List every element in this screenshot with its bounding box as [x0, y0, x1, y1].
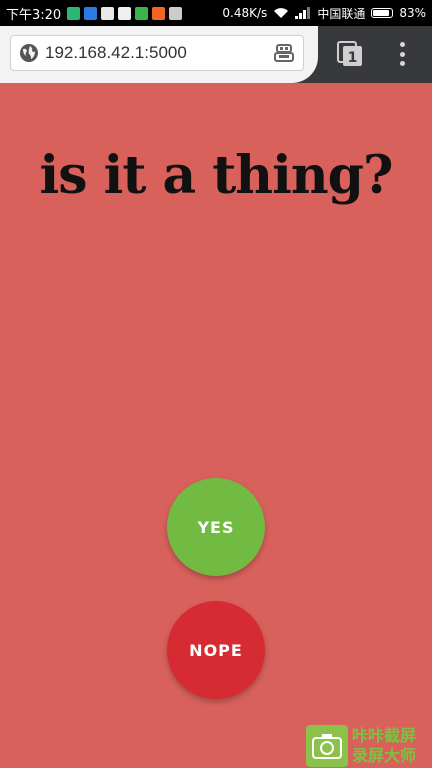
wifi-icon — [274, 8, 289, 18]
network-speed: 0.48K/s — [222, 6, 268, 20]
tab-count: 1 — [348, 50, 358, 66]
browser-toolbar: 192.168.42.1:5000 1 — [0, 26, 432, 83]
menu-dot — [399, 61, 405, 66]
status-right: 0.48K/s 中国联通 83% — [222, 5, 426, 22]
yes-button[interactable]: YES — [167, 478, 265, 576]
overflow-menu-button[interactable] — [394, 40, 410, 68]
robot-icon[interactable] — [273, 42, 295, 64]
menu-dot — [399, 42, 405, 47]
carrier-name: 中国联通 — [317, 6, 366, 21]
notification-icons — [67, 6, 183, 20]
battery-icon — [371, 8, 394, 18]
app-icon-blue — [84, 6, 98, 20]
url-pane: 192.168.42.1:5000 — [0, 26, 318, 83]
app-icon-gray — [169, 6, 183, 20]
status-time: 下午3:20 — [6, 7, 62, 23]
watermark-text: 咔咔截屏 录屏大师 — [352, 726, 416, 766]
app-icon-orange — [152, 6, 166, 20]
watermark: 咔咔截屏 录屏大师 — [306, 724, 432, 768]
watermark-line1: 咔咔截屏 — [352, 726, 417, 745]
address-bar[interactable]: 192.168.42.1:5000 — [10, 35, 304, 71]
app-icon-qq — [118, 6, 132, 20]
camera-icon — [306, 725, 348, 767]
menu-dot — [399, 51, 405, 57]
tabs-icon: 1 — [337, 41, 362, 66]
battery-level: 83% — [399, 6, 426, 20]
nope-button[interactable]: NOPE — [167, 601, 265, 699]
app-icon-teal — [67, 6, 81, 20]
signal-icon — [295, 7, 311, 19]
globe-icon — [20, 44, 38, 62]
url-text: 192.168.42.1:5000 — [45, 43, 187, 62]
watermark-line2: 录屏大师 — [352, 746, 417, 765]
app-icon-green — [135, 6, 149, 20]
status-bar: 下午3:20 0.48K/s 中国联通 83% — [0, 0, 432, 26]
tabs-button[interactable]: 1 — [336, 40, 364, 68]
app-icon-white — [101, 6, 115, 20]
page-title: is it a thing? — [39, 145, 393, 206]
